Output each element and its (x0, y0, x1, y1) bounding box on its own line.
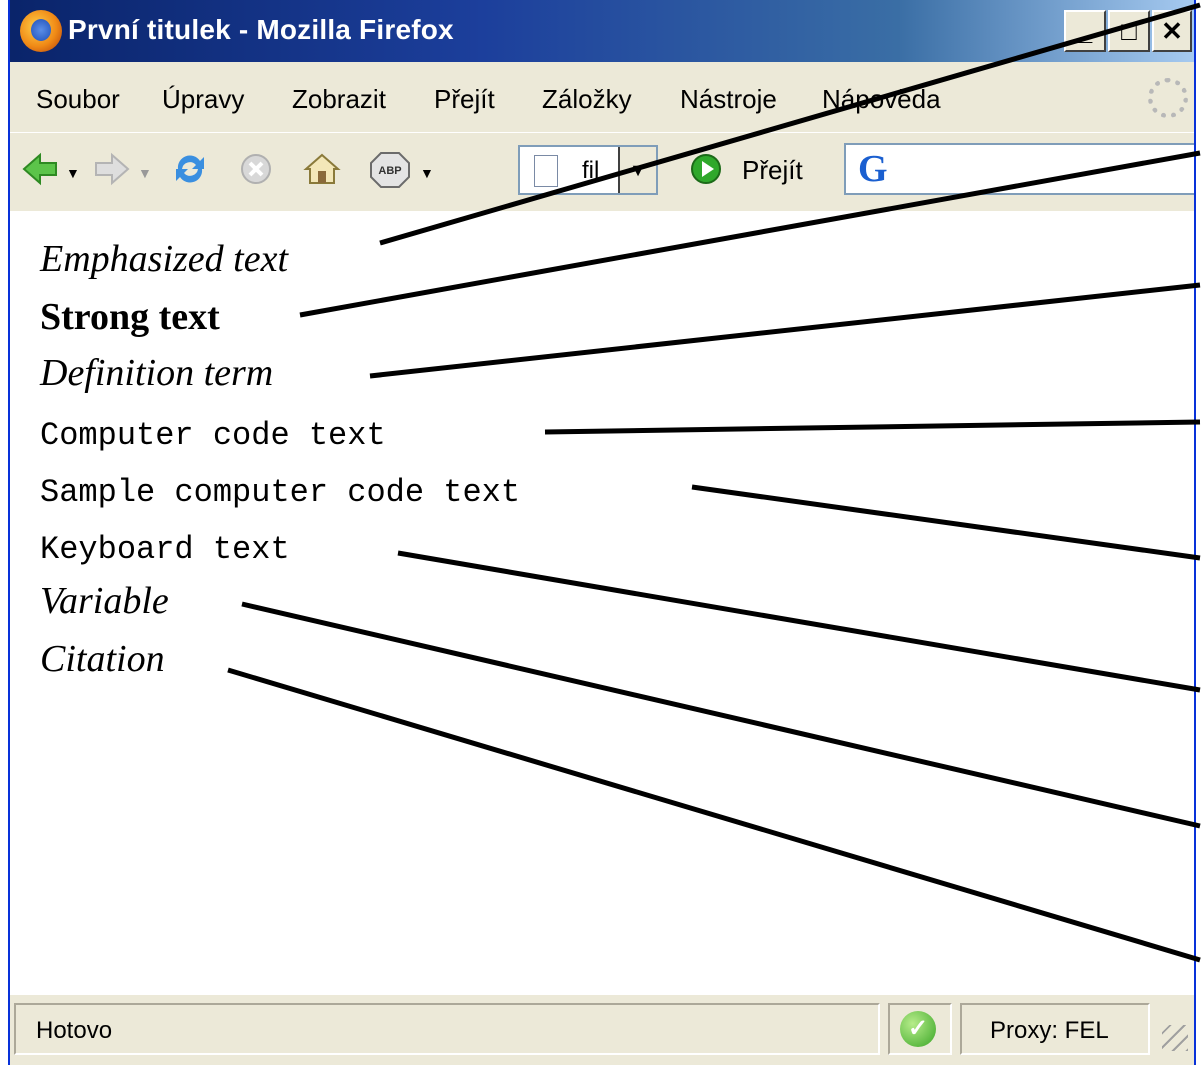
annotation-line-definition (369, 282, 1201, 379)
annotation-line-sample (691, 484, 1201, 561)
annotation-lines (227, 2, 1201, 963)
annotation-line-emphasized (379, 2, 1201, 246)
annotation-line-code (544, 419, 1201, 435)
annotation-line-strong (299, 150, 1201, 318)
